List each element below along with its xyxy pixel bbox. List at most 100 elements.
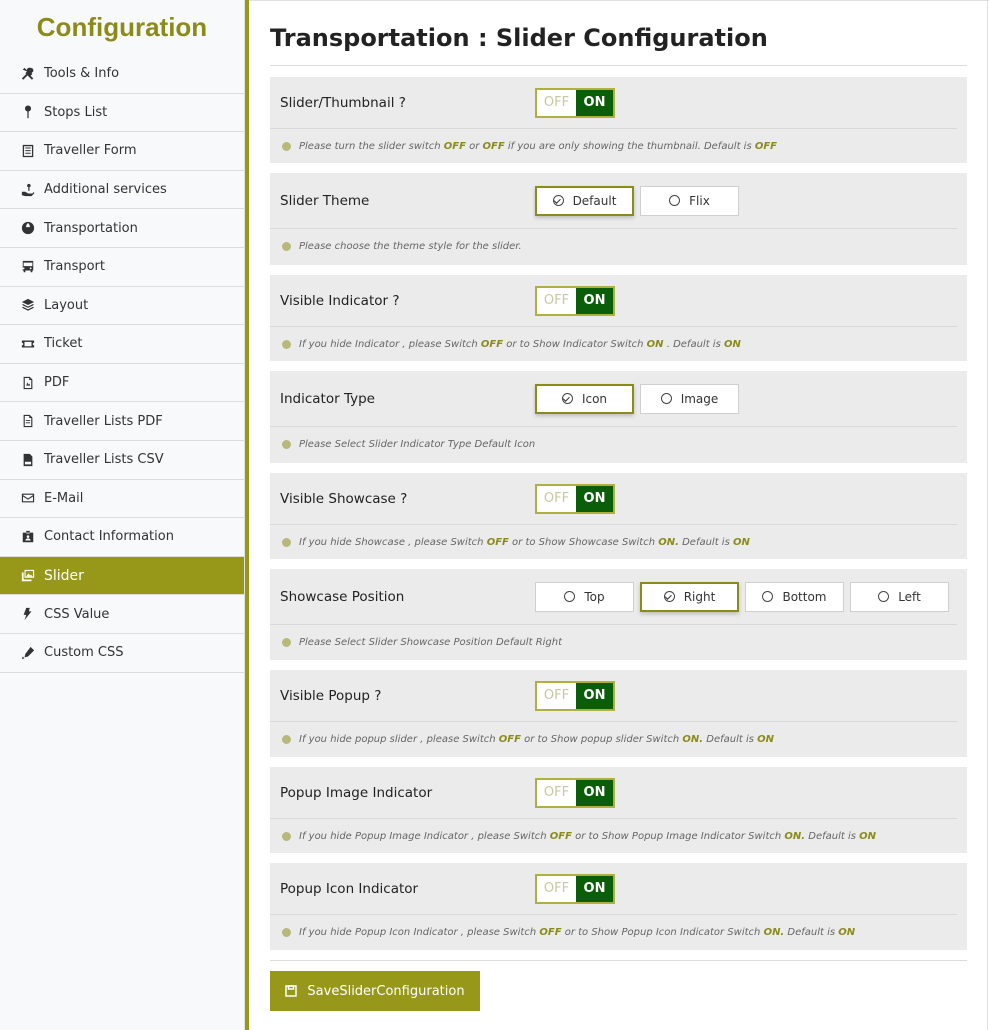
setting-info: If you hide Indicator , please Switch OF… — [270, 327, 967, 361]
info-text: If you hide Showcase , please Switch OFF… — [299, 536, 750, 548]
sidebar-item-additional-services[interactable]: Additional services — [0, 171, 244, 210]
section-slider-thumbnail: Slider/Thumbnail ? OFF ON Please turn th… — [270, 77, 967, 163]
info-text: If you hide Indicator , please Switch OF… — [299, 338, 741, 350]
setting-row: Visible Indicator ? OFF ON — [270, 275, 957, 327]
sidebar-item-label: Tools & Info — [44, 66, 120, 82]
setting-row: Indicator Type Icon Image — [270, 371, 957, 427]
toggle-off[interactable]: OFF — [537, 485, 576, 512]
slider-thumbnail-toggle[interactable]: OFF ON — [535, 87, 615, 118]
radio-left[interactable]: Left — [850, 581, 949, 612]
page-title: Transportation : Slider Configuration — [270, 0, 967, 66]
sidebar-item-label: Traveller Lists PDF — [44, 413, 163, 429]
setting-info: If you hide Popup Icon Indicator , pleas… — [270, 915, 967, 949]
images-icon — [20, 568, 36, 584]
setting-label: Popup Icon Indicator — [280, 880, 419, 897]
save-button-label: SaveSliderConfiguration — [307, 983, 465, 999]
save-slider-configuration-button[interactable]: SaveSliderConfiguration — [270, 971, 480, 1011]
info-text: If you hide Popup Image Indicator , plea… — [299, 830, 876, 842]
info-text: If you hide Popup Icon Indicator , pleas… — [299, 926, 856, 938]
radio-right[interactable]: Right — [640, 581, 739, 612]
setting-row: Showcase Position Top Right Bottom Left — [270, 569, 957, 625]
sidebar-item-traveller-form[interactable]: Traveller Form — [0, 132, 244, 171]
radio-circle-icon — [663, 591, 675, 602]
info-icon — [282, 927, 291, 937]
slider-theme-radio-group: Default Flix — [535, 185, 739, 216]
sidebar-item-layout[interactable]: Layout — [0, 287, 244, 326]
radio-bottom[interactable]: Bottom — [745, 581, 844, 612]
toggle-on[interactable]: ON — [575, 682, 613, 709]
info-text: Please Select Slider Showcase Position D… — [299, 636, 563, 648]
layers-icon — [20, 297, 36, 313]
setting-label: Popup Image Indicator — [280, 784, 433, 801]
service-hand-icon — [20, 182, 36, 198]
sidebar-item-slider[interactable]: Slider — [0, 556, 244, 596]
sidebar-item-transport[interactable]: Transport — [0, 248, 244, 287]
csv-icon — [20, 452, 36, 468]
section-popup-icon-indicator: Popup Icon Indicator OFF ON If you hide … — [270, 863, 967, 950]
sidebar-item-label: Layout — [44, 297, 89, 313]
toggle-off[interactable]: OFF — [537, 682, 576, 709]
sidebar-item-ticket[interactable]: Ticket — [0, 325, 244, 364]
info-icon — [282, 637, 291, 647]
radio-circle-icon — [561, 393, 573, 404]
bus-icon — [20, 259, 36, 275]
sidebar-item-transportation[interactable]: Transportation — [0, 209, 244, 248]
sidebar-item-pdf[interactable]: PDF — [0, 364, 244, 403]
main-content: Transportation : Slider Configuration Sl… — [270, 0, 967, 1011]
right-border — [987, 0, 988, 1030]
setting-info: If you hide popup slider , please Switch… — [270, 722, 967, 756]
radio-circle-icon — [552, 195, 564, 206]
visible-popup-toggle[interactable]: OFF ON — [535, 680, 615, 711]
setting-info: Please Select Slider Indicator Type Defa… — [270, 427, 967, 461]
toggle-on[interactable]: ON — [575, 287, 613, 314]
toggle-on[interactable]: ON — [575, 779, 613, 806]
sidebar-item-traveller-lists-csv[interactable]: Traveller Lists CSV — [0, 441, 244, 480]
setting-label: Slider/Thumbnail ? — [280, 94, 406, 111]
radio-default[interactable]: Default — [535, 185, 634, 216]
info-text: Please choose the theme style for the sl… — [299, 240, 522, 252]
setting-row: Slider Theme Default Flix — [270, 173, 957, 229]
sidebar-item-css-value[interactable]: CSS Value — [0, 595, 244, 634]
toggle-off[interactable]: OFF — [537, 89, 576, 116]
radio-image[interactable]: Image — [640, 383, 739, 414]
radio-top[interactable]: Top — [535, 581, 634, 612]
setting-label: Visible Showcase ? — [280, 490, 408, 507]
visible-indicator-toggle[interactable]: OFF ON — [535, 285, 615, 316]
toggle-off[interactable]: OFF — [537, 779, 576, 806]
radio-circle-icon — [878, 591, 890, 602]
file-icon — [20, 413, 36, 429]
setting-label: Showcase Position — [280, 588, 405, 605]
radio-icon[interactable]: Icon — [535, 383, 634, 414]
radio-circle-icon — [669, 195, 681, 206]
info-text: Please turn the slider switch OFF or OFF… — [299, 140, 778, 152]
setting-row: Slider/Thumbnail ? OFF ON — [270, 77, 957, 129]
save-separator — [270, 960, 967, 961]
sidebar: Configuration Tools & Info Stops List Tr… — [0, 0, 245, 1030]
toggle-off[interactable]: OFF — [537, 287, 576, 314]
radio-flix[interactable]: Flix — [640, 185, 739, 216]
popup-icon-indicator-toggle[interactable]: OFF ON — [535, 873, 615, 904]
ticket-icon — [20, 336, 36, 352]
sidebar-item-tools-info[interactable]: Tools & Info — [0, 55, 244, 94]
setting-row: Visible Showcase ? OFF ON — [270, 473, 957, 525]
setting-info: Please turn the slider switch OFF or OFF… — [270, 129, 967, 163]
setting-row: Visible Popup ? OFF ON — [270, 670, 957, 722]
sidebar-item-label: Transport — [44, 259, 106, 275]
sidebar-item-contact-information[interactable]: Contact Information — [0, 518, 244, 557]
setting-row: Popup Icon Indicator OFF ON — [270, 863, 957, 915]
sidebar-item-label: Custom CSS — [44, 645, 124, 661]
toggle-on[interactable]: ON — [575, 875, 613, 902]
toggle-on[interactable]: ON — [575, 485, 613, 512]
sidebar-item-stops-list[interactable]: Stops List — [0, 94, 244, 133]
popup-image-indicator-toggle[interactable]: OFF ON — [535, 777, 615, 808]
toggle-off[interactable]: OFF — [537, 875, 576, 902]
toggle-on[interactable]: ON — [575, 89, 613, 116]
sidebar-item-label: Slider — [44, 567, 84, 584]
sidebar-item-label: Transportation — [44, 220, 138, 236]
setting-info: If you hide Showcase , please Switch OFF… — [270, 525, 967, 559]
sidebar-item-custom-css[interactable]: Custom CSS — [0, 634, 244, 673]
visible-showcase-toggle[interactable]: OFF ON — [535, 483, 615, 514]
sidebar-item-traveller-lists-pdf[interactable]: Traveller Lists PDF — [0, 402, 244, 441]
radio-circle-icon — [564, 591, 576, 602]
sidebar-item-email[interactable]: E-Mail — [0, 480, 244, 519]
